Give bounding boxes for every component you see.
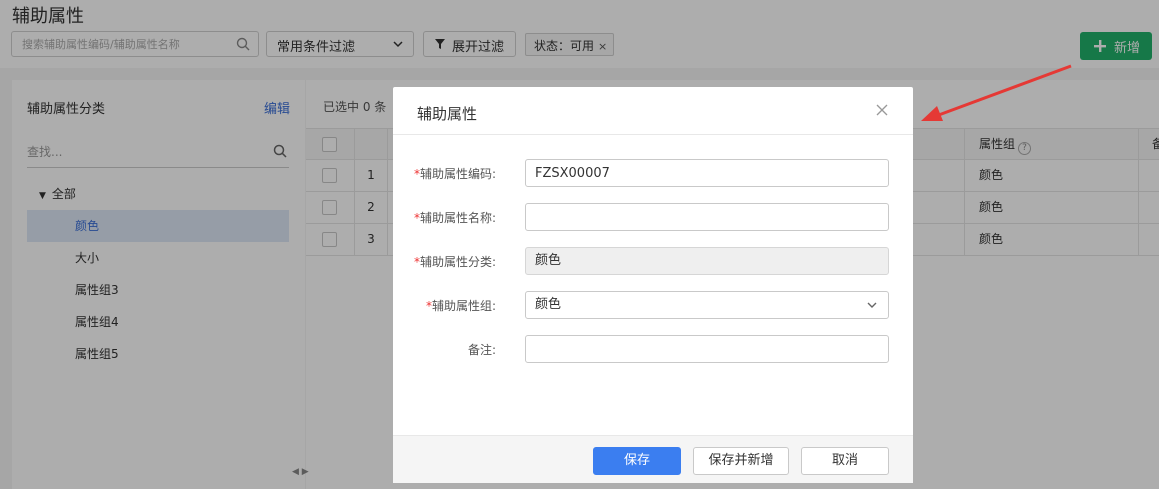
category-field: 颜色 <box>525 247 889 275</box>
group-select[interactable]: 颜色 <box>525 291 889 319</box>
attribute-dialog: 辅助属性 *辅助属性编码: *辅助属性名称: *辅助属性分类: 颜色 *辅助属性… <box>393 87 913 483</box>
group-label: *辅助属性组: <box>425 299 496 313</box>
name-label: *辅助属性名称: <box>413 211 496 225</box>
save-button[interactable]: 保存 <box>593 447 681 475</box>
category-label: *辅助属性分类: <box>413 255 496 269</box>
code-row: *辅助属性编码: <box>393 159 913 187</box>
remark-row: 备注: <box>393 335 913 363</box>
dialog-header: 辅助属性 <box>393 87 913 135</box>
save-and-new-button[interactable]: 保存并新增 <box>693 447 789 475</box>
dialog-title: 辅助属性 <box>417 105 478 123</box>
category-row: *辅助属性分类: 颜色 <box>393 247 913 275</box>
code-label: *辅助属性编码: <box>413 167 496 181</box>
close-icon[interactable] <box>875 103 889 117</box>
dialog-footer: 保存 保存并新增 取消 <box>393 435 913 483</box>
cancel-button[interactable]: 取消 <box>801 447 889 475</box>
code-input[interactable] <box>525 159 889 187</box>
name-input[interactable] <box>525 203 889 231</box>
name-row: *辅助属性名称: <box>393 203 913 231</box>
remark-input[interactable] <box>525 335 889 363</box>
remark-label: 备注: <box>467 343 496 357</box>
group-row: *辅助属性组: 颜色 <box>393 291 913 319</box>
group-select-value: 颜色 <box>535 297 562 312</box>
chevron-down-icon <box>867 302 877 308</box>
